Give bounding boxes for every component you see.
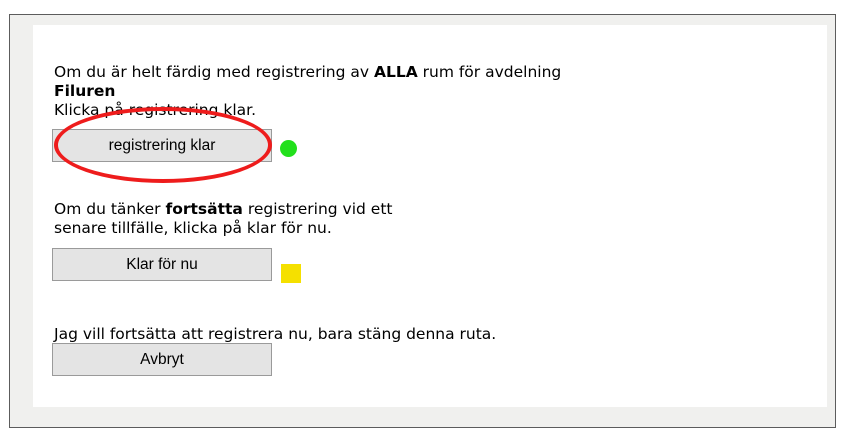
dialog-content-panel: Om du är helt färdig med registrering av… xyxy=(33,25,827,407)
cancel-prompt-text: Jag vill fortsätta att registrera nu, ba… xyxy=(54,325,497,343)
later-prompt-line2: senare tillfälle, klicka på klar för nu. xyxy=(54,219,332,237)
done-prompt-text: Om du är helt färdig med registrering av… xyxy=(54,63,561,82)
later-prompt-before: Om du tänker xyxy=(54,200,166,218)
done-prompt-after: rum för avdelning xyxy=(417,63,562,81)
later-prompt-text: Om du tänker fortsätta registrering vid … xyxy=(54,200,392,219)
yellow-status-indicator xyxy=(281,264,301,283)
registration-dialog: Om du är helt färdig med registrering av… xyxy=(9,14,836,428)
department-name: Filuren xyxy=(54,82,115,101)
later-prompt-bold: fortsätta xyxy=(165,200,243,218)
cancel-button[interactable]: Avbryt xyxy=(52,343,272,376)
registration-done-button[interactable]: registrering klar xyxy=(52,129,272,162)
done-instruction-text: Klicka på registrering klar. xyxy=(54,101,257,119)
green-status-indicator xyxy=(280,140,297,157)
done-prompt-before: Om du är helt färdig med registrering av xyxy=(54,63,374,81)
done-prompt-bold: ALLA xyxy=(373,63,418,81)
later-prompt-after: registrering vid ett xyxy=(242,200,393,218)
done-for-now-button[interactable]: Klar för nu xyxy=(52,248,272,281)
department-name-bold: Filuren xyxy=(54,82,116,100)
